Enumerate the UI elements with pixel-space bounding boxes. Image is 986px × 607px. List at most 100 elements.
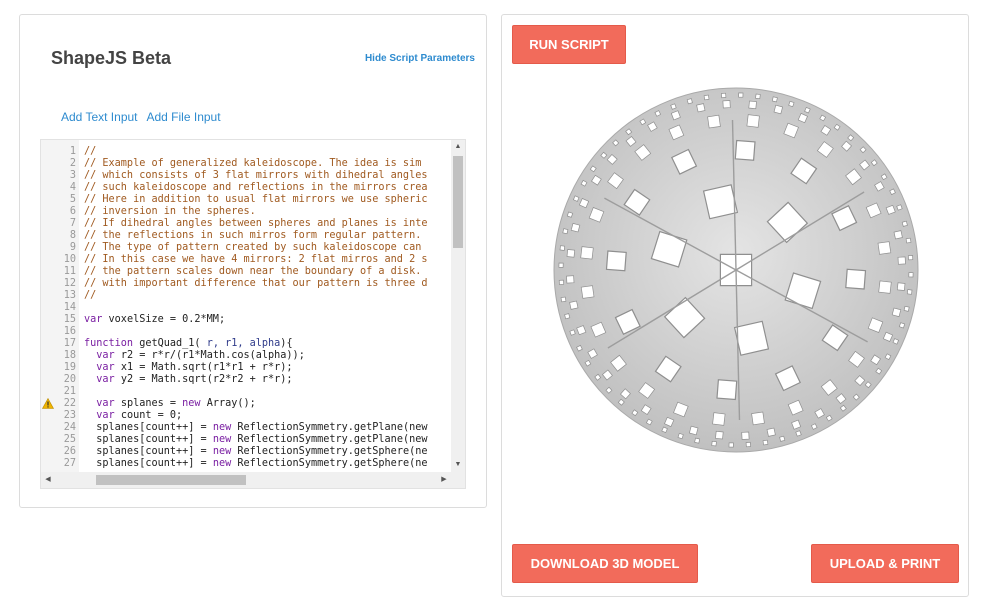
model-hole <box>722 100 731 109</box>
hide-script-parameters-link[interactable]: Hide Script Parameters <box>365 53 475 64</box>
line-number: 6 <box>69 206 76 217</box>
model-hole <box>569 300 579 310</box>
vertical-scroll-thumb[interactable] <box>453 156 463 248</box>
arrow-right-icon[interactable]: ▶ <box>437 472 451 488</box>
line-number: 5 <box>69 194 76 205</box>
model-hole <box>711 440 717 447</box>
line-number: 18 <box>63 350 76 361</box>
code-line[interactable]: 10 // In this case we have 4 mirrors: 2 f… <box>41 254 451 266</box>
model-hole <box>686 98 693 105</box>
line-number: 2 <box>69 158 76 169</box>
model-hole <box>702 184 739 220</box>
code-line[interactable]: 3 // which consists of 3 flat mirrors wit… <box>41 170 451 182</box>
code-line[interactable]: 25 splanes[count++] = new ReflectionSymm… <box>41 434 451 446</box>
code-token: var <box>96 398 115 409</box>
arrow-left-icon[interactable]: ◀ <box>41 472 55 488</box>
upload-print-button[interactable]: UPLOAD & PRINT <box>811 544 959 583</box>
code-token: // with important difference that our pa… <box>84 278 428 289</box>
code-line[interactable]: 22 var splanes = new Array(); <box>41 398 451 410</box>
code-line[interactable]: 21 <box>41 386 451 398</box>
model-hole <box>570 222 581 233</box>
code-token: count = 0; <box>114 410 183 421</box>
code-line[interactable]: 6 // inversion in the spheres. <box>41 206 451 218</box>
code-token: splanes[count++] = <box>84 458 213 469</box>
warning-icon[interactable] <box>42 398 54 409</box>
code-token: ReflectionSymmetry.getPlane(new <box>231 434 428 445</box>
code-token: new <box>212 458 232 469</box>
code-token: var <box>84 314 103 325</box>
code-line[interactable]: 24 splanes[count++] = new ReflectionSymm… <box>41 422 451 434</box>
model-hole <box>566 249 576 258</box>
preview-panel: RUN SCRIPT DOWNLOAD 3D MODEL UPLOAD & PR… <box>501 14 969 597</box>
model-hole <box>741 431 750 440</box>
code-line[interactable]: 11 // the pattern scales down near the bo… <box>41 266 451 278</box>
add-file-input-link[interactable]: Add File Input <box>147 110 221 124</box>
model-hole <box>562 228 569 235</box>
code-token: // <box>84 146 97 157</box>
code-line[interactable]: 4 // such kaleidoscope and reflections in… <box>41 182 451 194</box>
code-line[interactable]: 8 // the reflections in such mirros form … <box>41 230 451 242</box>
model-hole <box>905 237 912 244</box>
code-token: r, r1, alpha <box>206 338 281 349</box>
download-3d-model-button[interactable]: DOWNLOAD 3D MODEL <box>512 544 698 583</box>
code-line[interactable]: 2 // Example of generalized kaleidoscope.… <box>41 158 451 170</box>
code-line[interactable]: 23 var count = 0; <box>41 410 451 422</box>
code-token: ReflectionSymmetry.getSphere(ne <box>231 446 428 457</box>
arrow-up-icon[interactable]: ▲ <box>451 140 465 154</box>
code-area[interactable]: 1 // 2 // Example of generalized kaleidosco… <box>41 146 451 470</box>
code-line[interactable]: 16 <box>41 326 451 338</box>
model-hole <box>893 230 903 240</box>
model-hole <box>694 437 701 444</box>
code-line[interactable]: 15 var voxelSize = 0.2*MM; <box>41 314 451 326</box>
code-line[interactable]: 5 // Here in addition to usual flat mirro… <box>41 194 451 206</box>
horizontal-scroll-thumb[interactable] <box>96 475 246 485</box>
code-token: ReflectionSymmetry.getSphere(ne <box>231 458 428 469</box>
code-line[interactable]: 19 var x1 = Math.sqrt(r1*r1 + r*r); <box>41 362 451 374</box>
model-hole <box>766 427 776 437</box>
model-hole <box>559 245 566 251</box>
arrow-down-icon[interactable]: ▼ <box>451 458 465 472</box>
line-number: 27 <box>63 458 76 469</box>
add-text-input-link[interactable]: Add Text Input <box>61 110 138 124</box>
code-editor[interactable]: 1 // 2 // Example of generalized kaleidosco… <box>40 139 466 489</box>
model-hole <box>903 305 910 312</box>
model-preview[interactable] <box>550 70 922 470</box>
line-number: 13 <box>63 290 76 301</box>
model-hole <box>779 435 786 442</box>
model-hole <box>728 442 734 448</box>
vertical-scrollbar[interactable]: ▲ ▼ <box>451 140 465 472</box>
model-hole <box>788 100 795 108</box>
line-number: 14 <box>63 302 76 313</box>
line-number: 9 <box>69 242 76 253</box>
code-line[interactable]: 9 // The type of pattern created by such … <box>41 242 451 254</box>
model-hole <box>901 220 908 227</box>
model-hole <box>566 211 574 218</box>
code-line[interactable]: 12 // with important difference that our … <box>41 278 451 290</box>
code-line[interactable]: 13 // <box>41 290 451 302</box>
code-line[interactable]: 27 splanes[count++] = new ReflectionSymm… <box>41 458 451 470</box>
code-line[interactable]: 17 function getQuad_1( r, r1, alpha){ <box>41 338 451 350</box>
code-line[interactable]: 26 splanes[count++] = new ReflectionSymm… <box>41 446 451 458</box>
code-line[interactable]: 18 var r2 = r*r/(r1*Math.cos(alpha)); <box>41 350 451 362</box>
code-token: // such kaleidoscope and reflections in … <box>84 182 428 193</box>
line-number: 8 <box>69 230 76 241</box>
horizontal-scrollbar[interactable]: ◀ ▶ <box>41 472 465 488</box>
code-token: splanes[count++] = <box>84 422 213 433</box>
run-script-button[interactable]: RUN SCRIPT <box>512 25 626 64</box>
line-number: 24 <box>63 422 76 433</box>
code-token: // Example of generalized kaleidoscope. … <box>84 158 422 169</box>
code-line[interactable]: 20 var y2 = Math.sqrt(r2*r2 + r*r); <box>41 374 451 386</box>
model-hole <box>897 256 906 265</box>
model-hole <box>755 93 761 100</box>
model-hole <box>696 103 706 113</box>
model-hole <box>677 432 684 440</box>
code-line[interactable]: 14 <box>41 302 451 314</box>
line-number: 16 <box>63 326 76 337</box>
code-line[interactable]: 1 // <box>41 146 451 158</box>
model-hole <box>906 289 913 295</box>
model-hole <box>715 430 724 440</box>
code-token: new <box>182 398 201 409</box>
code-line[interactable]: 7 // If dihedral angles between spheres a… <box>41 218 451 230</box>
